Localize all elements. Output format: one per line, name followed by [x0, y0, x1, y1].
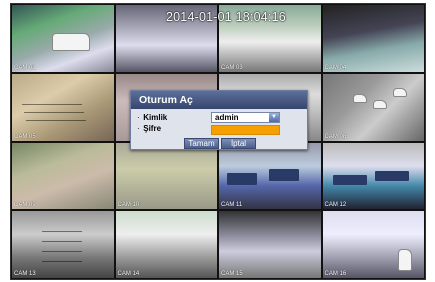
- vehicle: [372, 99, 387, 109]
- camera-label: CAM 15: [221, 271, 243, 277]
- stair-step: [42, 251, 82, 253]
- camera-label: CAM 16: [324, 271, 347, 277]
- camera-label: CAM 03: [221, 64, 243, 71]
- camera-label: CAM 05: [14, 133, 36, 140]
- dialog-title: Oturum Aç: [131, 91, 307, 109]
- camera-tile-09[interactable]: CAM 09: [12, 142, 114, 210]
- stair-step: [26, 119, 86, 121]
- camera-tile-13[interactable]: CAM 13: [12, 211, 114, 278]
- desk: [332, 174, 367, 185]
- camera-label: CAM 13: [14, 271, 36, 277]
- sifre-label: Şifre: [143, 124, 162, 133]
- stair-step: [24, 111, 84, 113]
- camera-tile-05[interactable]: CAM 05: [12, 73, 114, 141]
- password-field[interactable]: [211, 125, 280, 135]
- desk: [269, 168, 299, 181]
- vehicle: [392, 87, 407, 97]
- camera-tile-08[interactable]: CAM 08: [322, 73, 424, 141]
- camera-label: CAM 10: [117, 202, 140, 209]
- camera-tile-11[interactable]: CAM 11: [219, 142, 321, 210]
- camera-label: CAM 14: [117, 271, 140, 277]
- stair-step: [42, 261, 82, 263]
- camera-tile-14[interactable]: CAM 14: [115, 211, 217, 278]
- chevron-down-icon[interactable]: ▼: [269, 113, 279, 122]
- camera-label: CAM 11: [221, 202, 243, 209]
- datetime-overlay: 2014-01-01 18:04:16: [166, 10, 286, 24]
- stair-step: [22, 103, 82, 105]
- bullet-icon: ·: [137, 124, 140, 133]
- camera-tile-12[interactable]: CAM 12: [322, 142, 424, 210]
- camera-tile-15[interactable]: CAM 15: [219, 211, 321, 278]
- stair-step: [42, 241, 82, 243]
- camera-label: CAM 08: [324, 133, 347, 140]
- ok-button[interactable]: Tamam: [184, 138, 219, 149]
- login-dialog: Oturum Aç · Kimlik admin ▼ · Şifre Tamam…: [130, 90, 308, 150]
- camera-tile-10[interactable]: CAM 10: [115, 142, 217, 210]
- camera-tile-04[interactable]: CAM 04: [322, 5, 424, 72]
- kimlik-dropdown[interactable]: admin ▼: [211, 112, 280, 123]
- vehicle: [352, 93, 367, 103]
- stair-step: [42, 231, 82, 233]
- desk: [227, 172, 257, 185]
- camera-label: CAM 09: [14, 202, 36, 209]
- cancel-button[interactable]: İptal: [221, 138, 256, 149]
- kimlik-row: · Kimlik: [137, 113, 167, 124]
- vehicle: [397, 249, 412, 272]
- vehicle: [52, 33, 90, 51]
- camera-label: CAM 01: [14, 64, 36, 71]
- sifre-row: · Şifre: [137, 124, 161, 135]
- kimlik-value: admin: [215, 113, 239, 122]
- bullet-icon: ·: [137, 113, 140, 122]
- kimlik-label: Kimlik: [143, 113, 168, 122]
- camera-tile-16[interactable]: CAM 16: [322, 211, 424, 278]
- camera-tile-01[interactable]: CAM 01: [12, 5, 114, 72]
- camera-label: CAM 04: [324, 64, 347, 71]
- camera-label: CAM 12: [324, 202, 347, 209]
- desk: [374, 170, 409, 181]
